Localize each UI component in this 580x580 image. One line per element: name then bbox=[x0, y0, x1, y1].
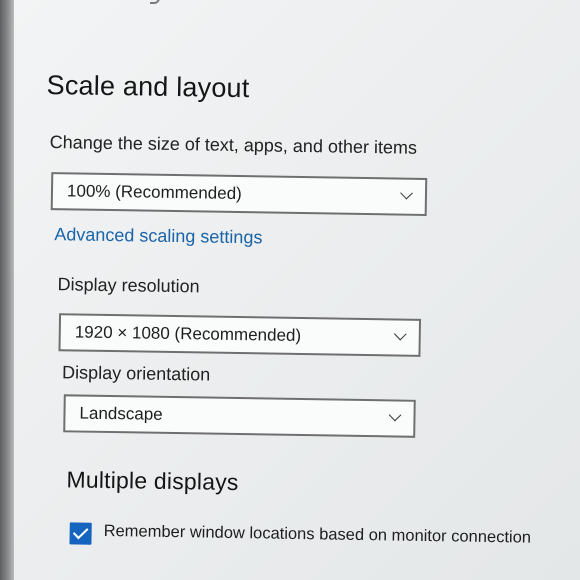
scale-dropdown-value: 100% (Recommended) bbox=[66, 181, 242, 204]
display-settings-panel: Scale and layout Change the size of text… bbox=[39, 0, 580, 580]
size-label: Change the size of text, apps, and other… bbox=[49, 132, 418, 158]
chevron-down-icon bbox=[393, 327, 407, 341]
settings-screen: Scale and layout Change the size of text… bbox=[0, 0, 580, 580]
chevron-down-icon bbox=[388, 408, 402, 422]
multiple-displays-heading: Multiple displays bbox=[66, 466, 239, 496]
scale-layout-heading: Scale and layout bbox=[46, 69, 250, 104]
remember-locations-checkbox[interactable] bbox=[69, 522, 92, 545]
scale-dropdown[interactable]: 100% (Recommended) bbox=[50, 172, 428, 216]
resolution-dropdown[interactable]: 1920 × 1080 (Recommended) bbox=[58, 313, 422, 357]
orientation-dropdown-value: Landscape bbox=[79, 403, 163, 424]
checkmark-icon bbox=[72, 523, 89, 540]
remember-locations-label[interactable]: Remember window locations based on monit… bbox=[104, 522, 532, 548]
orientation-dropdown[interactable]: Landscape bbox=[63, 394, 416, 438]
resolution-label: Display resolution bbox=[57, 274, 200, 297]
orientation-label: Display orientation bbox=[61, 362, 211, 385]
chevron-down-icon bbox=[400, 186, 413, 200]
window-edge bbox=[0, 0, 14, 580]
advanced-scaling-link[interactable]: Advanced scaling settings bbox=[54, 224, 262, 248]
resolution-dropdown-value: 1920 × 1080 (Recommended) bbox=[74, 322, 302, 346]
